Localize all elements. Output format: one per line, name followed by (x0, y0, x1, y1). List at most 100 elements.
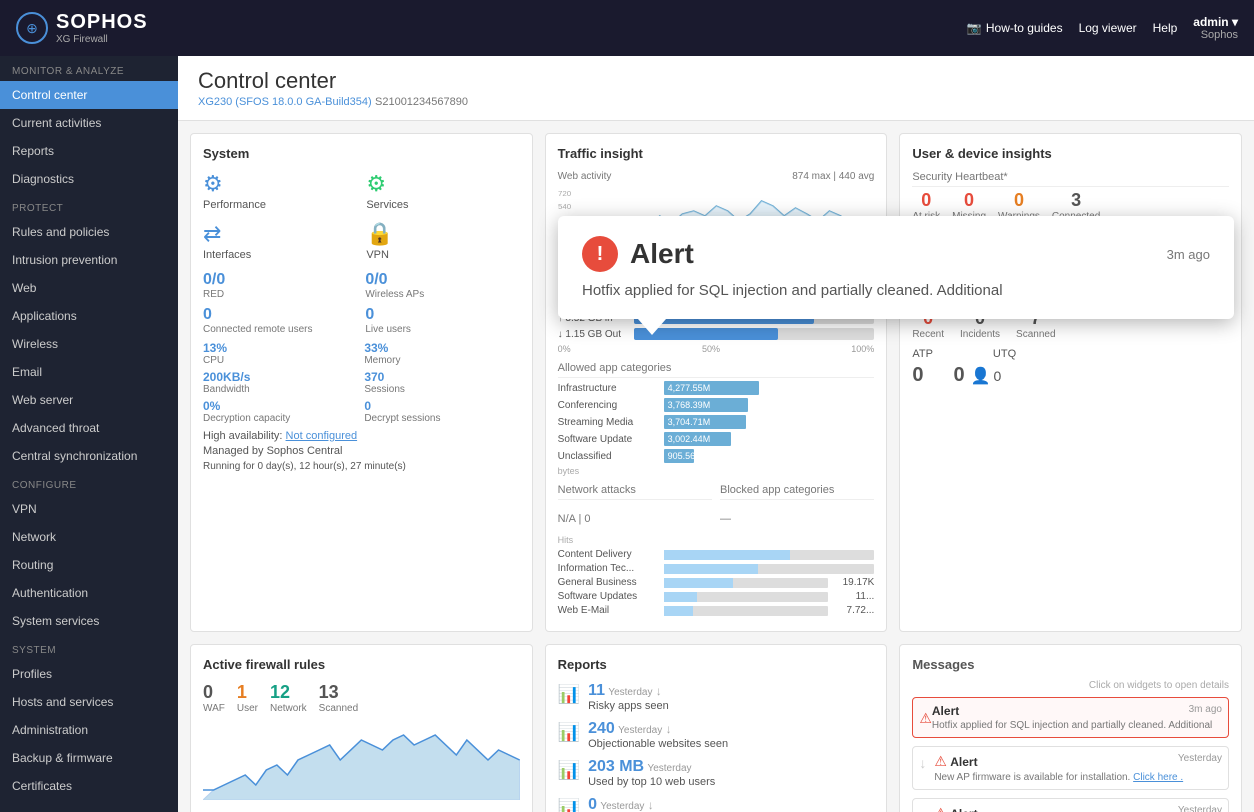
threat-scanned-label: Scanned (1016, 329, 1055, 340)
perf-row-3: 0% Decryption capacity 0 Decrypt session… (203, 399, 520, 424)
chart-header: Web activity 874 max | 440 avg (558, 171, 875, 182)
message-item-1[interactable]: ↓ ⚠ Alert Yesterday New AP firmware is a… (912, 746, 1229, 790)
sidebar-item-profiles[interactable]: Profiles (0, 660, 178, 688)
web-cat-0: Content Delivery (558, 549, 875, 560)
alert-popup-body: Hotfix applied for SQL injection and par… (582, 282, 1210, 299)
perf-row-2: 200KB/s Bandwidth 370 Sessions (203, 370, 520, 395)
admin-org: Sophos (1201, 29, 1238, 41)
sidebar-item-authentication[interactable]: Authentication (0, 579, 178, 607)
traffic-insight-card[interactable]: Traffic insight Web activity 874 max | 4… (545, 133, 888, 632)
sidebar-item-email[interactable]: Email (0, 358, 178, 386)
report-item-0[interactable]: 📊 11 Yesterday ↓ Risky apps seen (558, 682, 875, 712)
message-item-0[interactable]: ⚠ Alert 3m ago Hotfix applied for SQL in… (912, 697, 1229, 738)
sidebar-item-control-center[interactable]: Control center (0, 81, 178, 109)
fw-user-val: 1 (237, 682, 258, 703)
sidebar-item-certificates[interactable]: Certificates (0, 772, 178, 800)
alert-popup-time: 3m ago (1167, 247, 1210, 262)
interfaces-icon-item[interactable]: ⇄ Interfaces (203, 221, 356, 261)
log-viewer-link[interactable]: Log viewer (1079, 21, 1137, 35)
managed-text: Managed by Sophos Central (203, 445, 520, 457)
utq-area: 0 👤0 (953, 364, 1001, 387)
sidebar-section-configure: CONFIGURE (0, 470, 178, 495)
ha-link[interactable]: Not configured (286, 430, 358, 442)
report-when-3: Yesterday (600, 801, 644, 812)
how-to-guides-link[interactable]: 📷 How-to guides (967, 21, 1063, 35)
atp-utq-row: ATP UTQ (912, 348, 1229, 360)
report-item-1[interactable]: 📊 240 Yesterday ↓ Objectionable websites… (558, 720, 875, 750)
live-label: Live users (365, 324, 519, 335)
sidebar-item-system-services[interactable]: System services (0, 607, 178, 635)
sidebar-item-vpn[interactable]: VPN (0, 495, 178, 523)
alert-popup-box[interactable]: ! Alert 3m ago Hotfix applied for SQL in… (558, 216, 1234, 319)
sidebar-item-backup-firmware[interactable]: Backup & firmware (0, 744, 178, 772)
msg-time-0: 3m ago (1189, 704, 1222, 715)
report-item-2[interactable]: 📊 203 MB Yesterday Used by top 10 web us… (558, 758, 875, 788)
bandwidth-value: 200KB/s (203, 370, 358, 384)
sidebar-item-current-activities[interactable]: Current activities (0, 109, 178, 137)
msg-link-1[interactable]: Click here . (1133, 772, 1183, 783)
report-desc-2: Used by top 10 web users (588, 776, 715, 788)
sidebar-item-rules-policies[interactable]: Rules and policies (0, 218, 178, 246)
na-section: Network attacks N/A | 0 Hits Blocked app… (558, 484, 875, 545)
messages-card: Messages Click on widgets to open detail… (899, 644, 1242, 812)
sidebar-item-diagnostics[interactable]: Diagnostics (0, 165, 178, 193)
sidebar-item-administration[interactable]: Administration (0, 716, 178, 744)
sidebar-item-routing[interactable]: Routing (0, 551, 178, 579)
decrypt-sessions-stat: 0 Decrypt sessions (364, 399, 519, 424)
msg-title-1: Alert (950, 755, 977, 769)
report-item-3[interactable]: 📊 0 Yesterday ↓ Intrusion attacks (558, 796, 875, 812)
user-device-card[interactable]: User & device insights Security Heartbea… (899, 133, 1242, 632)
report-icon-0: 📊 (558, 684, 580, 705)
system-card[interactable]: System ⚙ Performance ⚙ Services ⇄ Interf… (190, 133, 533, 632)
camera-icon: 📷 (967, 21, 982, 35)
sidebar-item-applications[interactable]: Applications (0, 302, 178, 330)
vpn-icon-item[interactable]: 🔒 VPN (366, 221, 519, 261)
services-icon: ⚙ (366, 171, 386, 197)
top-right-nav: 📷 How-to guides Log viewer Help admin ▾ … (967, 15, 1238, 41)
user-device-title: User & device insights (912, 146, 1229, 161)
cloud-axis: 0%50%100% (558, 344, 875, 354)
memory-value: 33% (364, 341, 519, 355)
connected-label: Connected remote users (203, 324, 357, 335)
click-hint: Click on widgets to open details (912, 680, 1229, 691)
fw-waf-label: WAF (203, 703, 225, 714)
firewall-chart-svg (203, 720, 520, 800)
sidebar-item-network[interactable]: Network (0, 523, 178, 551)
atp-value: 0 (912, 364, 923, 387)
admin-name[interactable]: admin ▾ (1193, 15, 1238, 29)
heartbeat-label: Security Heartbeat* (912, 171, 1229, 187)
sidebar-item-intrusion[interactable]: Intrusion prevention (0, 246, 178, 274)
sidebar-item-advanced-threat[interactable]: Advanced throat (0, 414, 178, 442)
firewall-card[interactable]: Active firewall rules 0 WAF 1 User 12 Ne… (190, 644, 533, 812)
help-link[interactable]: Help (1153, 21, 1178, 35)
sidebar-section-protect: PROTECT (0, 193, 178, 218)
memory-stat: 33% Memory (364, 341, 519, 366)
report-when-0: Yesterday (608, 687, 652, 698)
performance-icon-item[interactable]: ⚙ Performance (203, 171, 356, 211)
sidebar-item-wireless[interactable]: Wireless (0, 330, 178, 358)
fw-network-val: 12 (270, 682, 307, 703)
reports-card[interactable]: Reports 📊 11 Yesterday ↓ Risky apps seen… (545, 644, 888, 812)
sidebar-item-hosts-services[interactable]: Hosts and services (0, 688, 178, 716)
sidebar-item-web[interactable]: Web (0, 274, 178, 302)
web-cat-1: Information Tec... (558, 563, 875, 574)
na-value: N/A | 0 (558, 503, 712, 535)
cpu-value: 13% (203, 341, 358, 355)
services-icon-item[interactable]: ⚙ Services (366, 171, 519, 211)
msg-content-2: ⚠ Alert Yesterday New RED firmware is av… (934, 805, 1222, 812)
sidebar-item-central-sync[interactable]: Central synchronization (0, 442, 178, 470)
report-arrow-0: ↓ (656, 684, 662, 698)
page-subtitle-device[interactable]: XG230 (SFOS 18.0.0 GA-Build354) (198, 96, 372, 108)
sidebar-item-reports[interactable]: Reports (0, 137, 178, 165)
report-icon-3: 📊 (558, 798, 580, 812)
fw-waf-val: 0 (203, 682, 225, 703)
web-cat-4: Web E-Mail 7.72... (558, 605, 875, 616)
fw-user-label: User (237, 703, 258, 714)
interfaces-icon: ⇄ (203, 221, 221, 247)
live-value: 0 (365, 306, 519, 324)
running-text: Running for 0 day(s), 12 hour(s), 27 min… (203, 461, 520, 472)
perf-row: 13% CPU 33% Memory (203, 341, 520, 366)
message-item-2[interactable]: ↓ ⚠ Alert Yesterday New RED firmware is … (912, 798, 1229, 812)
msg-content-0: Alert 3m ago Hotfix applied for SQL inje… (932, 704, 1222, 731)
sidebar-item-web-server[interactable]: Web server (0, 386, 178, 414)
